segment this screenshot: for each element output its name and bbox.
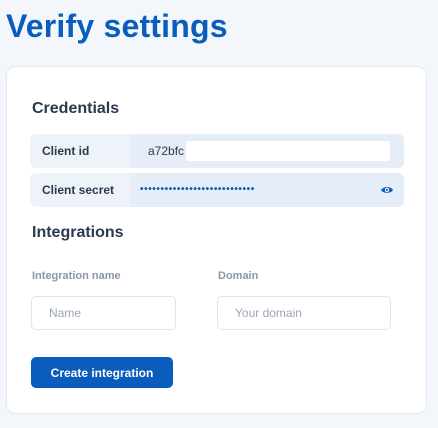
- eye-icon[interactable]: [380, 184, 394, 196]
- client-secret-value-area: ••••••••••••••••••••••••••••: [130, 173, 404, 207]
- client-id-label: Client id: [42, 144, 90, 158]
- page-title: Verify settings: [6, 8, 228, 44]
- client-secret-row: Client secret ••••••••••••••••••••••••••…: [30, 173, 404, 207]
- settings-card: Credentials Client id Client secret ••••…: [6, 66, 427, 414]
- domain-input[interactable]: [217, 296, 391, 330]
- integration-name-label: Integration name: [32, 270, 121, 282]
- client-secret-value: ••••••••••••••••••••••••••••: [140, 184, 255, 195]
- client-id-value-area: [130, 134, 404, 168]
- credentials-heading: Credentials: [32, 100, 120, 117]
- create-integration-button[interactable]: Create integration: [31, 357, 173, 388]
- integration-name-input[interactable]: [31, 296, 176, 330]
- integrations-heading: Integrations: [32, 224, 124, 241]
- domain-label: Domain: [218, 270, 259, 282]
- client-id-field[interactable]: [140, 141, 390, 161]
- client-secret-label: Client secret: [42, 183, 115, 197]
- client-id-row: Client id: [30, 134, 404, 168]
